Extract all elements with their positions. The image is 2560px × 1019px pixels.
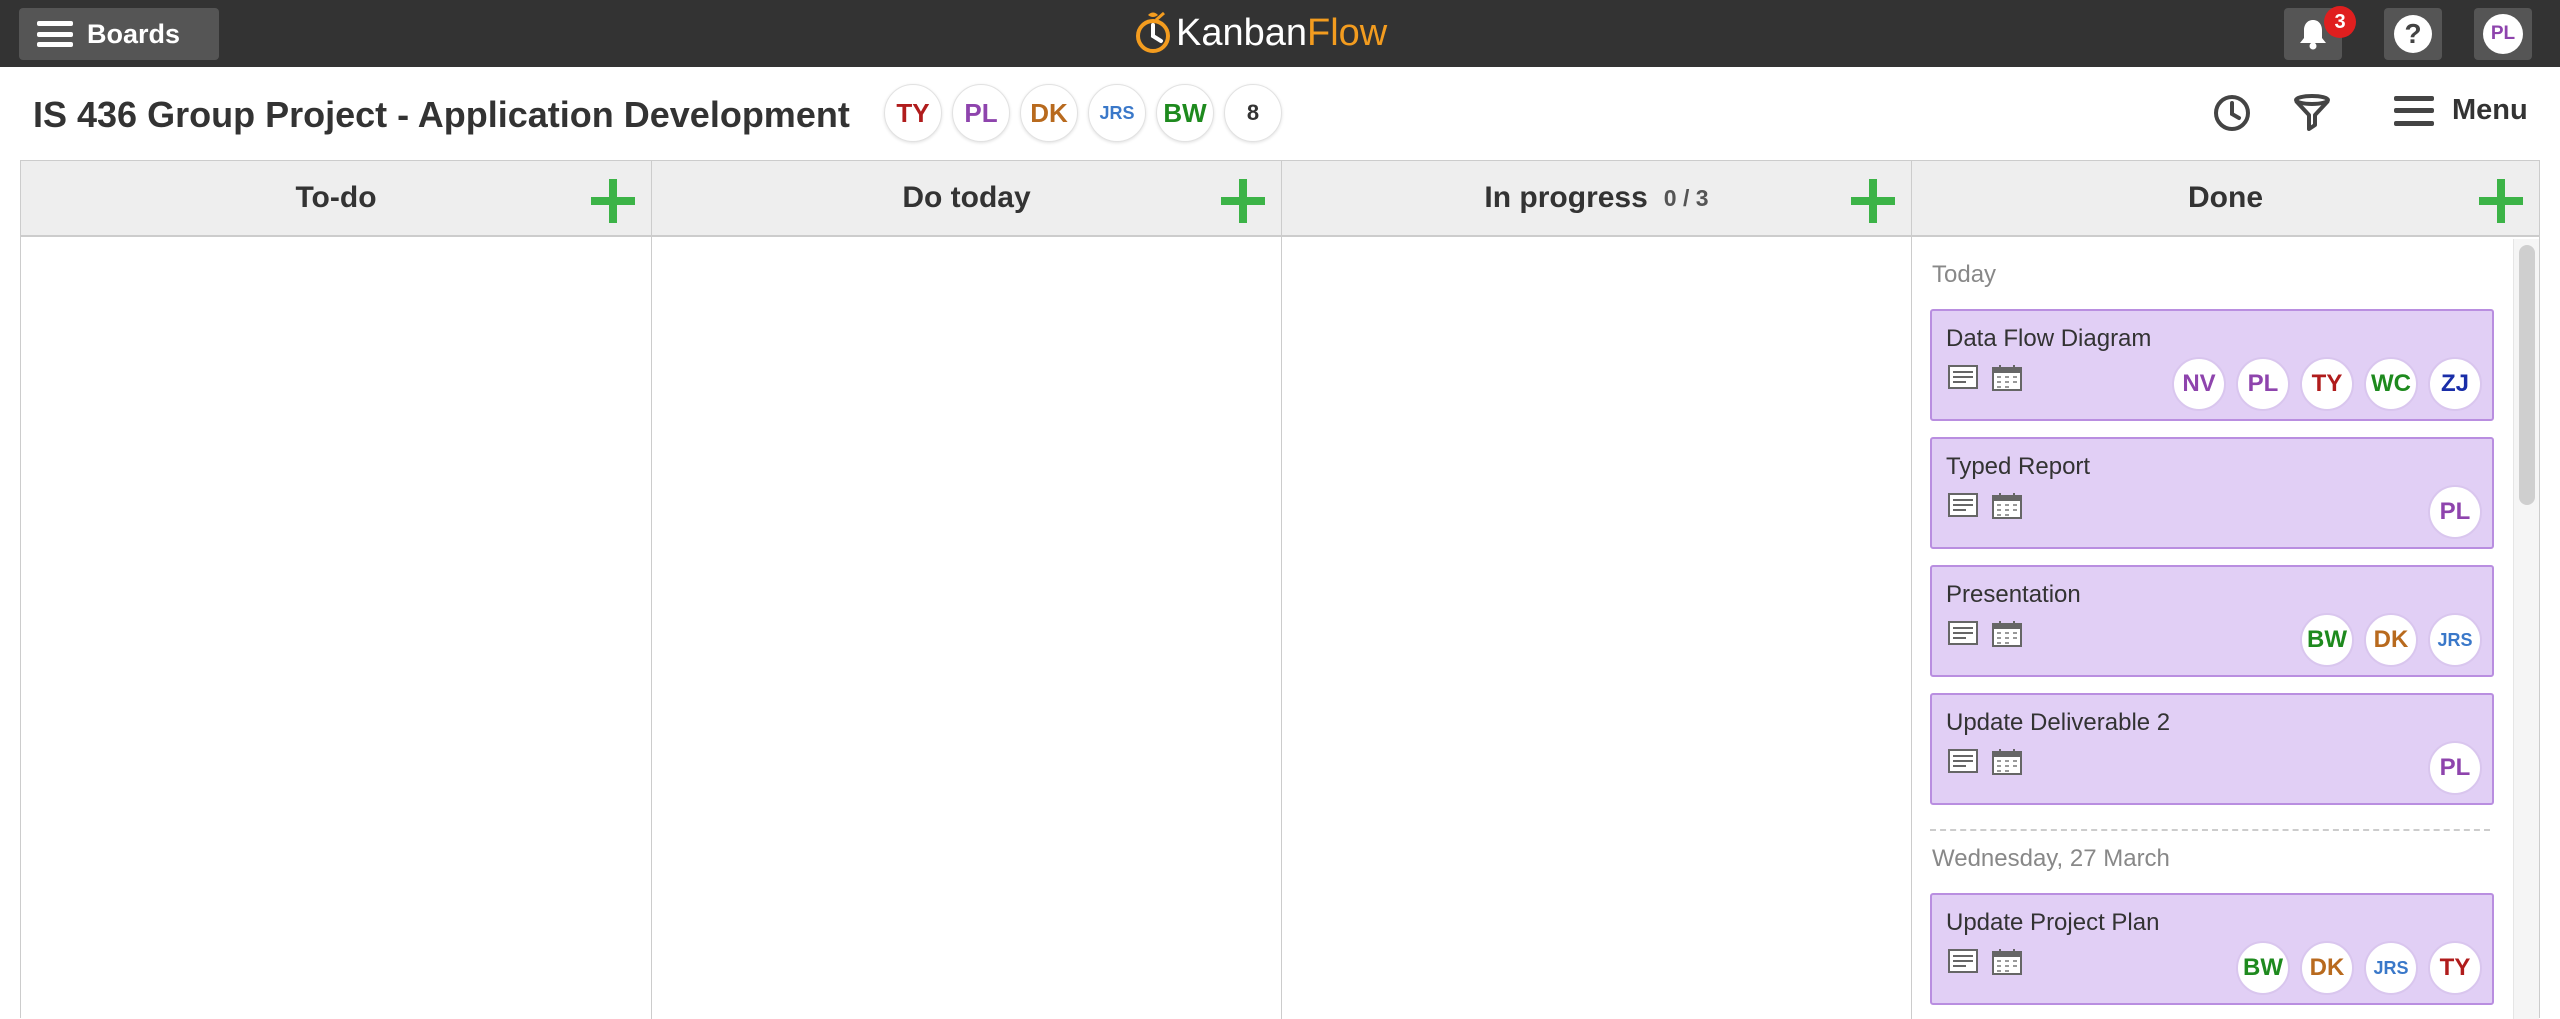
column-title: To-do <box>295 181 377 214</box>
avatar: PL <box>2428 485 2482 539</box>
member-count-badge[interactable]: 8 <box>1224 84 1282 142</box>
column-in-progress: In progress 0 / 3 <box>1282 161 1912 1019</box>
card-assignees: BW DK JRS TY <box>2226 941 2482 995</box>
avatar: JRS <box>2428 613 2482 667</box>
column-header: To-do <box>21 161 651 237</box>
logo-mark-icon <box>1136 11 1170 53</box>
avatar: PL <box>2483 14 2523 54</box>
help-button[interactable]: ? <box>2384 8 2442 60</box>
card-icons <box>1948 749 2036 775</box>
member-avatar[interactable]: BW <box>1156 84 1214 142</box>
group-label-today: Today <box>1932 261 1997 288</box>
description-icon[interactable] <box>1948 493 1978 517</box>
kanbanflow-logo[interactable]: Kanban Flow <box>1134 10 1387 56</box>
member-avatar[interactable]: JRS <box>1088 84 1146 142</box>
task-title: Update Deliverable 2 <box>1946 709 2171 736</box>
avatar: PL <box>2428 741 2482 795</box>
filter-icon <box>2294 94 2330 131</box>
card-assignees: PL <box>2418 485 2482 539</box>
calendar-icon[interactable] <box>1992 749 2022 775</box>
scrollbar-thumb[interactable] <box>2519 245 2535 505</box>
avatar: DK <box>2300 941 2354 995</box>
scrollbar-track[interactable] <box>2513 239 2539 1019</box>
top-bar: Boards Kanban Flow 3 ? PL <box>0 0 2560 67</box>
menu-label: Menu <box>2452 94 2528 126</box>
boards-label: Boards <box>87 18 181 49</box>
time-tracking-button[interactable] <box>2208 88 2256 138</box>
description-icon[interactable] <box>1948 949 1978 973</box>
done-column-body: Today Data Flow Diagram NV PL TY WC ZJ T… <box>1912 239 2539 1019</box>
avatar: BW <box>2300 613 2354 667</box>
member-avatar[interactable]: DK <box>1020 84 1078 142</box>
clock-icon <box>2214 95 2250 131</box>
avatar: PL <box>2236 357 2290 411</box>
help-icon: ? <box>2394 15 2432 53</box>
avatar: BW <box>2236 941 2290 995</box>
hamburger-icon <box>37 21 73 47</box>
calendar-icon[interactable] <box>1992 621 2022 647</box>
task-card[interactable]: Update Deliverable 2 PL <box>1930 693 2494 805</box>
group-divider <box>1930 829 2490 831</box>
board-menu-button[interactable]: Menu <box>2394 94 2528 127</box>
wip-limit: 0 / 3 <box>1663 184 1709 211</box>
column-header: Do today <box>652 161 1281 237</box>
add-task-button[interactable] <box>1221 179 1265 223</box>
logo-text-kanban: Kanban <box>1176 11 1308 54</box>
card-assignees: NV PL TY WC ZJ <box>2162 357 2482 411</box>
avatar: JRS <box>2364 941 2418 995</box>
task-title: Presentation <box>1946 581 2081 608</box>
card-icons <box>1948 949 2036 975</box>
filter-button[interactable] <box>2288 88 2336 138</box>
boards-button[interactable]: Boards <box>19 8 219 60</box>
notifications-button[interactable]: 3 <box>2284 6 2356 60</box>
add-task-button[interactable] <box>1851 179 1895 223</box>
card-assignees: BW DK JRS <box>2290 613 2482 667</box>
task-title: Typed Report <box>1946 453 2091 480</box>
add-task-button[interactable] <box>591 179 635 223</box>
column-title: In progress <box>1484 181 1648 214</box>
description-icon[interactable] <box>1948 365 1978 389</box>
task-title: Update Project Plan <box>1946 909 2160 936</box>
task-card[interactable]: Typed Report PL <box>1930 437 2494 549</box>
task-card[interactable]: Presentation BW DK JRS <box>1930 565 2494 677</box>
column-title: Done <box>2188 181 2263 214</box>
description-icon[interactable] <box>1948 621 1978 645</box>
avatar: TY <box>2428 941 2482 995</box>
member-avatar[interactable]: PL <box>952 84 1010 142</box>
calendar-icon[interactable] <box>1992 365 2022 391</box>
task-card[interactable]: Update Project Plan BW DK JRS TY <box>1930 893 2494 1005</box>
column-title: Do today <box>902 181 1031 214</box>
group-label-date: Wednesday, 27 March <box>1932 845 2170 872</box>
kanban-board: To-do Do today In progress 0 / 3 Done To… <box>20 160 2540 1019</box>
column-todo: To-do <box>21 161 652 1019</box>
board-members: TY PL DK JRS BW 8 <box>884 84 1292 142</box>
member-avatar[interactable]: TY <box>884 84 942 142</box>
task-title: Data Flow Diagram <box>1946 325 2152 352</box>
avatar: NV <box>2172 357 2226 411</box>
column-do-today: Do today <box>652 161 1282 1019</box>
description-icon[interactable] <box>1948 749 1978 773</box>
menu-icon <box>2394 95 2434 126</box>
page-title: IS 436 Group Project - Application Devel… <box>33 94 850 135</box>
column-done: Done Today Data Flow Diagram NV PL TY WC <box>1912 161 2539 1019</box>
user-menu-button[interactable]: PL <box>2474 8 2532 60</box>
avatar: TY <box>2300 357 2354 411</box>
card-icons <box>1948 493 2036 519</box>
notification-badge: 3 <box>2324 6 2356 38</box>
card-assignees: PL <box>2418 741 2482 795</box>
column-header: In progress 0 / 3 <box>1282 161 1911 237</box>
logo-text-flow: Flow <box>1307 11 1388 54</box>
avatar: DK <box>2364 613 2418 667</box>
task-card[interactable]: Data Flow Diagram NV PL TY WC ZJ <box>1930 309 2494 421</box>
calendar-icon[interactable] <box>1992 493 2022 519</box>
column-header: Done <box>1912 161 2539 237</box>
calendar-icon[interactable] <box>1992 949 2022 975</box>
avatar: ZJ <box>2428 357 2482 411</box>
card-icons <box>1948 365 2036 391</box>
avatar: WC <box>2364 357 2418 411</box>
add-task-button[interactable] <box>2479 179 2523 223</box>
card-icons <box>1948 621 2036 647</box>
